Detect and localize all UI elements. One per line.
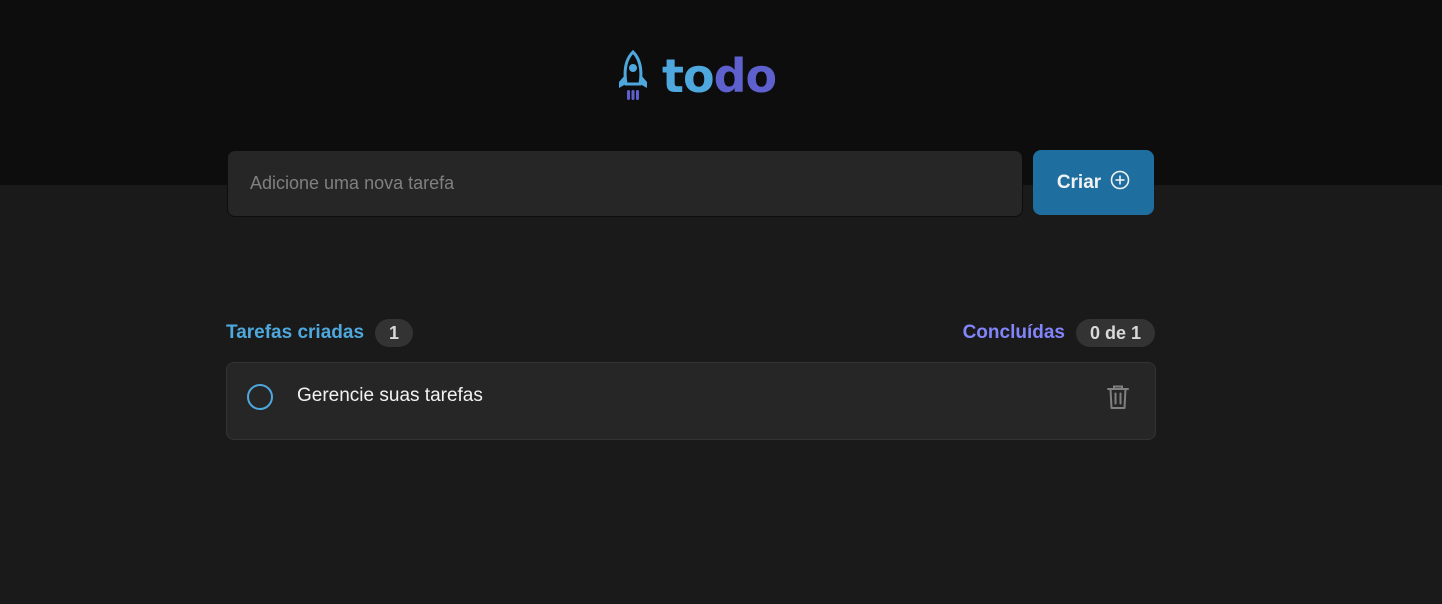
created-counter: Tarefas criadas 1 [226, 319, 414, 347]
task-checkbox[interactable] [247, 384, 273, 410]
done-counter: Concluídas 0 de 1 [963, 319, 1155, 347]
created-count-badge: 1 [375, 319, 414, 347]
create-button[interactable]: Criar [1033, 150, 1154, 215]
task-item: Gerencie suas tarefas [226, 362, 1156, 440]
new-task-input[interactable] [248, 172, 1022, 195]
task-text: Gerencie suas tarefas [297, 385, 483, 406]
created-label: Tarefas criadas [226, 322, 365, 343]
done-label: Concluídas [962, 322, 1065, 343]
done-count-badge: 0 de 1 [1075, 319, 1155, 347]
logo-text-to: to [662, 49, 715, 103]
rocket-icon [616, 50, 650, 102]
logo: todo [616, 48, 777, 104]
trash-icon [1106, 384, 1130, 415]
logo-text: todo [662, 53, 777, 99]
plus-circle-icon [1110, 170, 1130, 196]
create-button-label: Criar [1056, 171, 1102, 193]
delete-task-button[interactable] [1105, 385, 1131, 413]
logo-text-do: do [713, 49, 778, 103]
new-task-field[interactable] [227, 150, 1023, 217]
